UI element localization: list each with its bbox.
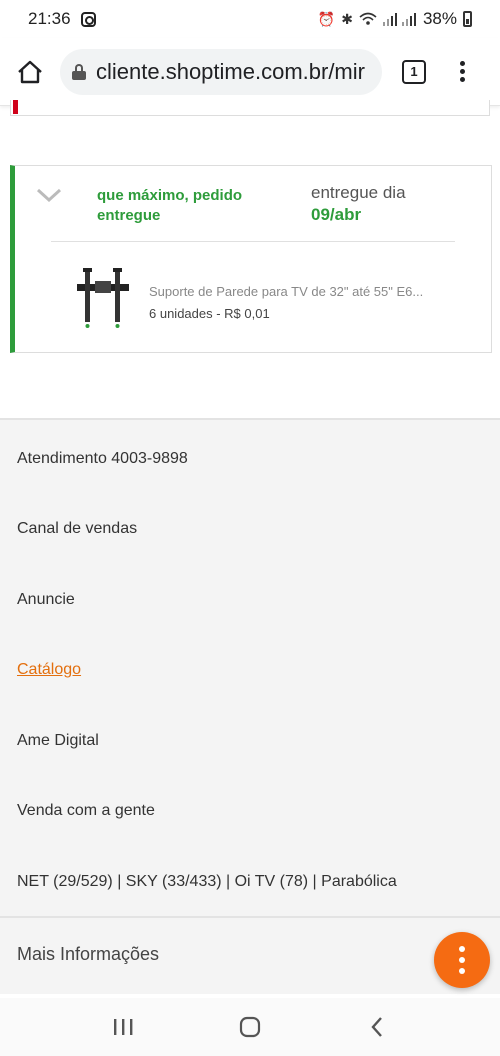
delivery-label: entregue dia [311,183,406,202]
address-bar[interactable]: cliente.shoptime.com.br/mir [60,48,382,95]
product-quantity-price: 6 unidades - R$ 0,01 [149,306,270,321]
battery-percent: 38% [422,9,457,28]
status-bar: 21:36 ⏰ ✱ 38% [0,0,500,38]
alarm-icon: ⏰ [317,10,336,27]
more-info-section[interactable]: Mais Informações [0,916,500,994]
product-image[interactable] [71,266,133,334]
browser-toolbar: cliente.shoptime.com.br/mir 1 [0,38,500,106]
home-button[interactable] [14,56,46,88]
footer-link-venda-com-a-gente[interactable]: Venda com a gente [17,802,155,820]
recent-apps-button[interactable] [103,1007,143,1047]
status-indicator [13,100,18,114]
order-status: que máximo, pedido entregue [97,187,243,224]
more-info-label: Mais Informações [17,944,160,964]
product-name[interactable]: Suporte de Parede para TV de 32" até 55"… [149,284,449,299]
android-nav-bar [0,998,500,1056]
footer-link-ame-digital[interactable]: Ame Digital [17,732,99,750]
floating-menu-button[interactable] [434,932,490,988]
recent-apps-icon [114,1019,133,1035]
footer-link-catalogo[interactable]: Catálogo [17,661,81,679]
signal-icon [382,13,416,26]
status-time: 21:36 [28,9,71,28]
battery-icon [463,11,472,27]
footer-link-tv-operators[interactable]: NET (29/529) | SKY (33/433) | Oi TV (78)… [17,873,397,891]
divider [51,241,455,242]
bluetooth-icon: ✱ [341,10,353,27]
footer-links: Atendimento 4003-9898 Canal de vendas An… [0,418,500,916]
chevron-down-icon[interactable] [35,186,63,204]
delivery-date: 09/abr [311,205,362,224]
back-icon [371,1017,382,1037]
browser-menu-button[interactable] [450,58,474,86]
home-nav-button[interactable] [230,1007,270,1047]
tabs-button[interactable]: 1 [402,59,426,84]
footer-link-anuncie[interactable]: Anuncie [17,591,75,609]
previous-order-card [10,100,490,116]
url-text: cliente.shoptime.com.br/mir [96,58,365,84]
footer-link-atendimento[interactable]: Atendimento 4003-9898 [17,450,188,468]
order-card: que máximo, pedido entregue entregue dia… [10,165,492,353]
home-icon [18,60,42,83]
instagram-icon [80,11,96,27]
home-circle-icon [239,1016,261,1038]
wifi-icon [359,12,377,25]
lock-icon [72,63,86,80]
footer-link-canal-de-vendas[interactable]: Canal de vendas [17,520,137,538]
back-button[interactable] [357,1007,397,1047]
